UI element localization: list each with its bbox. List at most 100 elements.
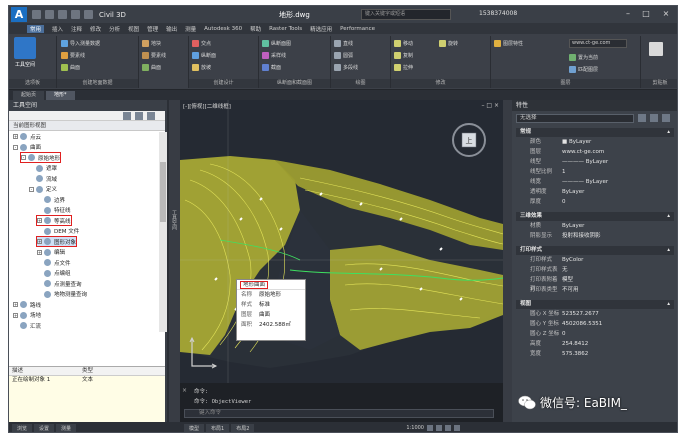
collapse-arrow-icon[interactable]: ▴ (667, 128, 670, 137)
tree-scrollbar[interactable] (159, 132, 167, 332)
tree-node[interactable]: + 编辑 (37, 248, 65, 257)
profile-view-button[interactable]: 纵断面图 (262, 39, 291, 47)
set-current-button[interactable]: 置为当前 (569, 53, 598, 61)
parcel-button[interactable]: 地块 (142, 39, 161, 47)
undo-icon[interactable] (71, 10, 80, 19)
polyline-button[interactable]: 多段线 (334, 63, 358, 71)
tree-node[interactable]: + 图形对象 (35, 236, 78, 247)
property-row[interactable]: 打印表附着到 模型 (516, 276, 674, 292)
tree-node[interactable]: - 定义 (29, 185, 57, 194)
minimize-icon[interactable]: – (621, 8, 635, 20)
search-input[interactable]: 键入关键字或短语 (361, 9, 451, 20)
property-row[interactable]: 线型 ———— ByLayer (516, 158, 674, 167)
quick-select-icon[interactable] (662, 114, 670, 122)
collapse-arrow-icon[interactable]: ▴ (667, 212, 670, 221)
copy-button[interactable]: 复制 (394, 51, 413, 59)
property-section[interactable]: 视图 ▴ (516, 300, 674, 309)
tree-node[interactable]: 特征线 (37, 206, 71, 215)
annotation-scale[interactable]: 1:1000 (406, 425, 424, 431)
tree-node[interactable]: 遮罩 (29, 164, 57, 173)
property-row[interactable]: 圆心 Z 坐标 0 (516, 330, 674, 339)
profile-button[interactable]: 纵断面 (192, 51, 216, 59)
expand-icon[interactable]: + (37, 249, 42, 255)
tree-node[interactable]: - 原始地形 (19, 152, 62, 163)
move-button[interactable]: 移动 (394, 39, 413, 47)
selection-dropdown[interactable]: 无选择 (516, 114, 634, 123)
sample-line-button[interactable]: 采样线 (262, 51, 286, 59)
property-row[interactable]: 图层 www.ct-ge.com (516, 148, 674, 157)
col-type[interactable]: 类型 (79, 367, 159, 375)
tree-node[interactable]: + 路线 (13, 300, 41, 309)
command-close-icon[interactable]: × (182, 387, 187, 394)
rotate-button[interactable]: 旋转 (439, 39, 458, 47)
collapse-arrow-icon[interactable]: ▴ (667, 300, 670, 309)
toolspace-help-icon[interactable] (147, 112, 155, 120)
surface-button[interactable]: 曲面 (61, 63, 80, 71)
tab-modify[interactable]: 修改 (90, 25, 101, 33)
tab-featured-apps[interactable]: 精选应用 (310, 25, 332, 33)
property-row[interactable]: 圆心 Y 坐标 4502086.5351 (516, 320, 674, 329)
property-row[interactable]: 打印表类型 不可用 (516, 286, 674, 295)
redo-icon[interactable] (84, 10, 93, 19)
command-input[interactable]: 键入命令 (184, 409, 494, 418)
drawing-viewport[interactable]: [-][俯视][二维线框] – □ × 上 地形曲面 名称 原始地形 样式 标准 图… (180, 100, 503, 383)
paste-button[interactable] (649, 42, 665, 66)
property-row[interactable]: 透明度 ByLayer (516, 188, 674, 197)
property-row[interactable]: 打印样式表无 (516, 266, 674, 275)
tree-node[interactable]: + 场地 (13, 311, 41, 320)
new-file-icon[interactable] (32, 10, 41, 19)
grid-toggle-icon[interactable] (426, 425, 433, 431)
property-section[interactable]: 三维效果 ▴ (516, 212, 674, 221)
expand-icon[interactable]: + (13, 302, 18, 307)
scrollbar-thumb[interactable] (160, 162, 166, 222)
tab-manage[interactable]: 管理 (147, 25, 158, 33)
property-row[interactable]: 颜色 ■ ByLayer (516, 138, 674, 147)
tab-settings[interactable]: 设置 (34, 423, 55, 432)
tree-node[interactable]: + 点云 (13, 132, 41, 141)
tab-model[interactable]: 模型 (184, 423, 205, 432)
property-section[interactable]: 打印样式 ▴ (516, 246, 674, 255)
property-row[interactable]: 宽度 575.3862 (516, 350, 674, 359)
settings-icon[interactable] (453, 425, 460, 431)
toolspace-view-icon[interactable] (123, 112, 131, 120)
stretch-button[interactable]: 拉伸 (394, 63, 413, 71)
toggle-pickadd-icon[interactable] (638, 114, 646, 122)
table-row[interactable]: 正在绘制对象 1 文本 (9, 376, 165, 385)
tab-performance[interactable]: Performance (340, 26, 375, 32)
prospector-view-select[interactable]: 当前图形视图 (9, 121, 165, 131)
tree-node[interactable]: + 等高线 (36, 215, 72, 226)
tab-layout2[interactable]: 布局2 (231, 423, 255, 432)
close-icon[interactable]: × (659, 8, 673, 20)
tree-node[interactable]: 点文件 (37, 258, 71, 267)
layer-dropdown[interactable]: www.ct-ge.com (569, 39, 627, 48)
property-row[interactable]: 高度 254.8412 (516, 340, 674, 349)
surface2-button[interactable]: 曲面 (142, 63, 161, 71)
expand-icon[interactable]: + (37, 218, 42, 223)
save-icon[interactable] (58, 10, 67, 19)
section-button[interactable]: 截面 (262, 63, 281, 71)
col-description[interactable]: 描述 (9, 367, 79, 375)
property-row[interactable]: 阴影显示 投射和接收阴影 (516, 232, 674, 241)
line-button[interactable]: 直线 (334, 39, 353, 47)
tab-view[interactable]: 视图 (128, 25, 139, 33)
tab-analyze[interactable]: 分析 (109, 25, 120, 33)
ortho-toggle-icon[interactable] (444, 425, 451, 431)
tab-output[interactable]: 输出 (166, 25, 177, 33)
open-file-icon[interactable] (45, 10, 54, 19)
tree-node[interactable]: DEM 文件 (37, 227, 79, 236)
workspace-name[interactable]: Civil 3D (99, 11, 126, 19)
import-survey-button[interactable]: 导入测量数据 (61, 39, 100, 47)
featureline2-button[interactable]: 要素线 (142, 51, 166, 59)
snap-toggle-icon[interactable] (435, 425, 442, 431)
collapse-icon[interactable]: - (13, 144, 18, 150)
tree-node[interactable]: 点编组 (37, 269, 71, 278)
collapse-icon[interactable]: - (29, 186, 34, 192)
property-section[interactable]: 常规 ▴ (516, 128, 674, 137)
select-objects-icon[interactable] (650, 114, 658, 122)
tab-survey-space[interactable]: 测量 (56, 423, 77, 432)
property-row[interactable]: 厚度 0 (516, 198, 674, 207)
tab-help[interactable]: 帮助 (250, 25, 261, 33)
tree-node[interactable]: 点测量查询 (37, 279, 82, 288)
user-account[interactable]: 1538374008 (479, 10, 517, 17)
tree-node[interactable]: 汇流 (13, 321, 41, 330)
